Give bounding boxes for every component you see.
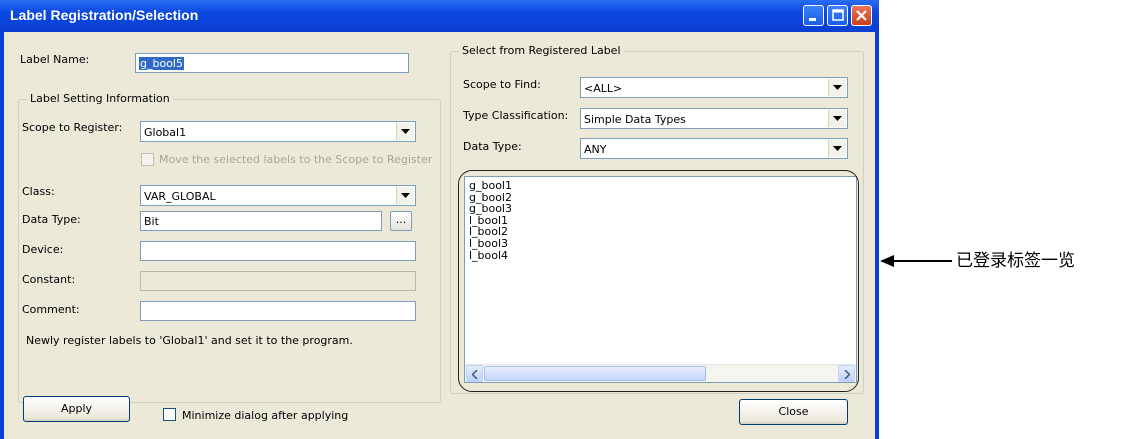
move-labels-checkbox-label: Move the selected labels to the Scope to…: [159, 153, 433, 166]
type-classification-label: Type Classification:: [463, 109, 569, 122]
class-label: Class:: [22, 185, 55, 198]
type-classification-combo[interactable]: Simple Data Types: [580, 108, 848, 129]
minimize-dialog-checkbox-label: Minimize dialog after applying: [182, 409, 349, 422]
class-value: VAR_GLOBAL: [144, 190, 216, 203]
data-type-input[interactable]: Bit: [140, 211, 382, 231]
annotation-text: 已登录标签一览: [956, 251, 1075, 271]
scope-to-find-label: Scope to Find:: [463, 78, 541, 91]
label-setting-group-title: Label Setting Information: [27, 92, 173, 105]
scope-to-register-label: Scope to Register:: [22, 121, 123, 134]
chevron-down-icon[interactable]: [828, 79, 846, 96]
minimize-button[interactable]: [803, 5, 824, 26]
registered-data-type-label: Data Type:: [463, 140, 522, 153]
label-name-label: Label Name:: [20, 53, 90, 66]
chevron-down-icon[interactable]: [396, 123, 414, 140]
comment-input[interactable]: [140, 301, 416, 321]
minimize-dialog-checkbox[interactable]: [163, 408, 176, 421]
constant-input[interactable]: [140, 271, 416, 291]
device-label: Device:: [22, 243, 64, 256]
constant-label: Constant:: [22, 273, 76, 286]
maximize-icon: [832, 9, 844, 21]
chevron-down-icon[interactable]: [396, 187, 414, 204]
move-labels-checkbox[interactable]: [141, 153, 154, 166]
window-title: Label Registration/Selection: [10, 7, 199, 23]
close-icon: [856, 10, 867, 21]
chevron-down-icon[interactable]: [828, 140, 846, 157]
maximize-button[interactable]: [827, 5, 848, 26]
comment-label: Comment:: [22, 303, 80, 316]
apply-button[interactable]: Apply: [23, 396, 130, 422]
data-type-label: Data Type:: [22, 213, 81, 226]
browse-data-type-button[interactable]: ...: [390, 211, 412, 231]
registered-label-group-title: Select from Registered Label: [459, 44, 624, 57]
label-name-value: g_bool5: [139, 57, 184, 70]
title-bar[interactable]: Label Registration/Selection: [0, 0, 879, 32]
registered-data-type-combo[interactable]: ANY: [580, 138, 848, 159]
close-button[interactable]: Close: [739, 399, 848, 425]
scope-to-register-value: Global1: [144, 126, 187, 139]
annotation-arrow-icon: [880, 255, 952, 267]
scope-to-register-combo[interactable]: Global1: [140, 121, 416, 142]
scope-to-find-value: <ALL>: [584, 82, 623, 95]
chevron-down-icon[interactable]: [828, 110, 846, 127]
info-text: Newly register labels to 'Global1' and s…: [26, 334, 353, 347]
data-type-value: Bit: [144, 215, 159, 228]
registered-data-type-value: ANY: [584, 143, 607, 156]
minimize-icon: [809, 18, 816, 21]
label-name-input[interactable]: g_bool5: [135, 53, 409, 73]
device-input[interactable]: [140, 241, 416, 261]
list-highlight-frame: [458, 170, 859, 392]
type-classification-value: Simple Data Types: [584, 113, 686, 126]
close-window-button[interactable]: [851, 5, 872, 26]
class-combo[interactable]: VAR_GLOBAL: [140, 185, 416, 206]
scope-to-find-combo[interactable]: <ALL>: [580, 77, 848, 98]
